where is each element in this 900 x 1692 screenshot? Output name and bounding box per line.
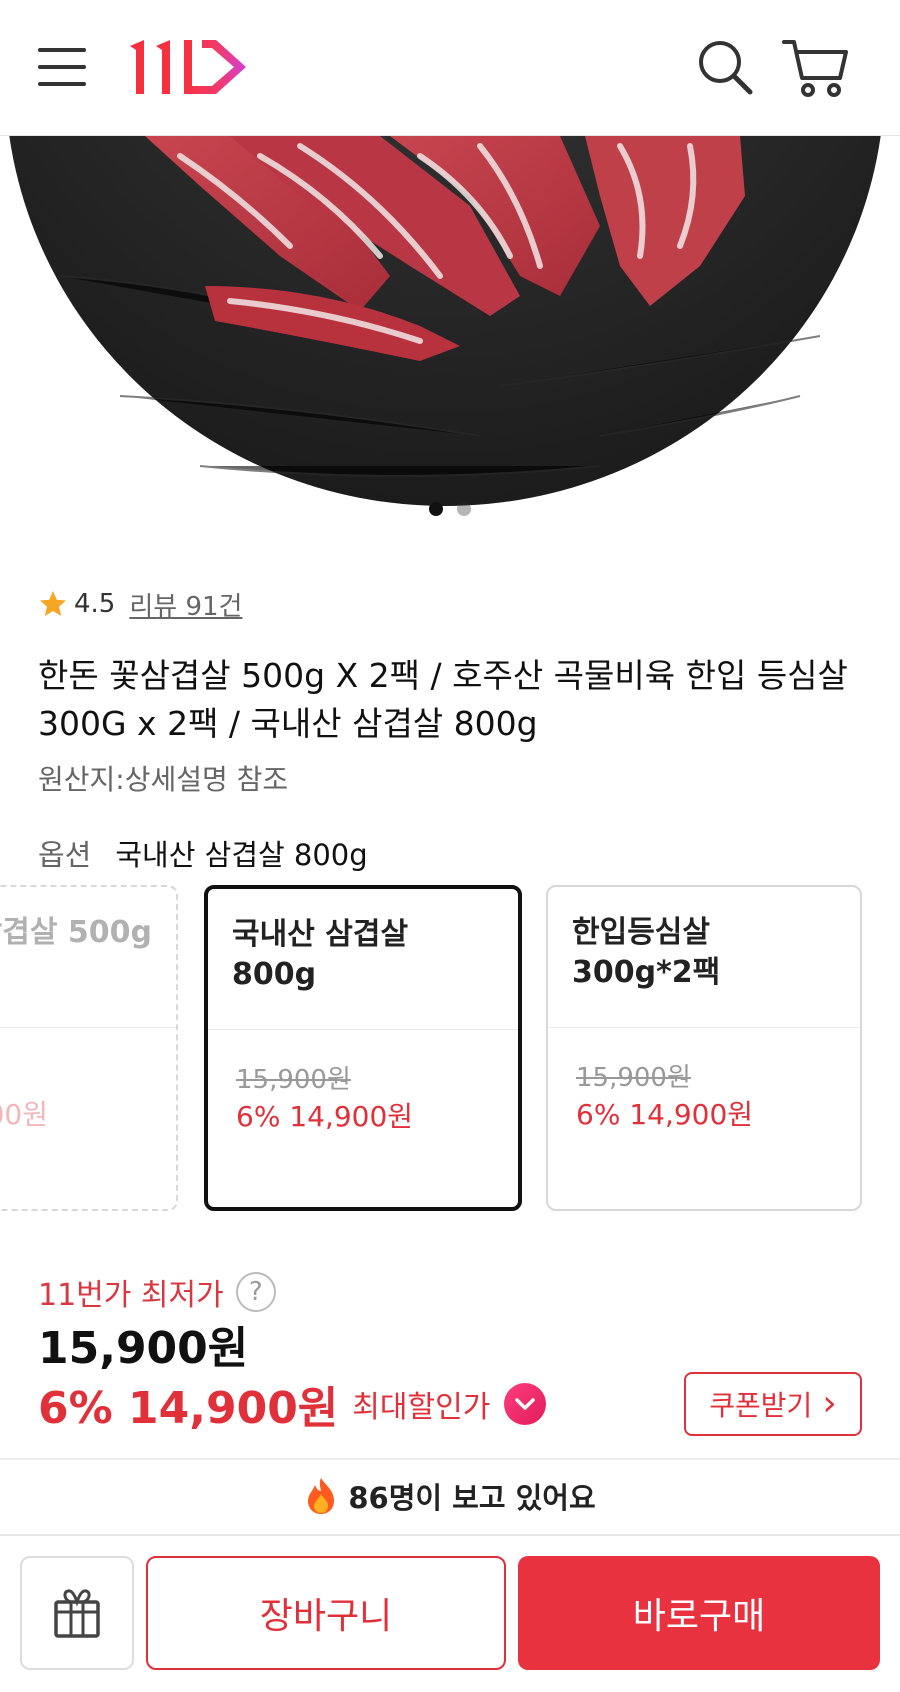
logo-icon (130, 40, 246, 94)
product-origin: 원산지:상세설명 참조 (38, 763, 289, 796)
cart-icon (782, 40, 848, 97)
option-card-name: 한입등심살 300g*2팩 (572, 915, 721, 990)
option-card-sale-price: 6% 14,900원 (236, 1100, 414, 1133)
lowest-price-label: 11번가 최저가 ? (38, 1270, 276, 1314)
add-to-cart-button[interactable]: 장바구니 (146, 1556, 506, 1670)
rating-score: 4.5 (74, 589, 116, 619)
product-title: 한돈 꽃삼겹살 500g X 2팩 / 호주산 곡물비육 한입 등심살 300G… (38, 656, 848, 743)
help-icon[interactable]: ? (235, 1272, 276, 1312)
product-image[interactable] (0, 136, 900, 556)
gift-button[interactable] (20, 1556, 134, 1670)
buy-now-button[interactable]: 바로구매 (518, 1556, 880, 1670)
section-divider (0, 1458, 900, 1460)
original-price: 15,900원 (38, 1323, 249, 1374)
option-card[interactable]: 삼겹살 500g 1 00원 (0, 885, 178, 1211)
coupon-button[interactable]: 쿠폰받기 › (684, 1372, 862, 1436)
selected-option-value: 국내산 삼겹살 800g (115, 838, 368, 872)
sale-price-row: 6% 14,900원 최대할인가 (38, 1372, 547, 1436)
bottom-action-bar: 장바구니 바로구매 (0, 1534, 900, 1692)
carousel-dot[interactable] (457, 502, 471, 516)
option-card-divider (548, 1027, 860, 1028)
menu-icon-bar (38, 82, 86, 86)
viewers-banner: 86명이 보고 있어요 (0, 1466, 900, 1526)
rating-row: 4.5 리뷰 91건 (38, 586, 242, 622)
menu-button[interactable] (36, 44, 88, 90)
option-card-original-price: 15,900원 (576, 1063, 691, 1093)
cart-button[interactable] (782, 36, 850, 98)
search-icon (699, 41, 753, 95)
carousel-dot-active[interactable] (429, 502, 443, 516)
logo-11st[interactable] (126, 36, 266, 100)
sale-price: 6% 14,900원 (38, 1383, 339, 1434)
max-discount-label: 최대할인가 (352, 1390, 491, 1425)
selected-option-row: 옵션 국내산 삼겹살 800g (38, 832, 368, 874)
option-card-original-price: 15,900원 (236, 1065, 351, 1095)
fire-icon (308, 1478, 335, 1514)
meat-on-slate-image (9, 136, 881, 506)
lowest-price-text: 11번가 최저가 (38, 1278, 224, 1313)
option-card-divider (0, 1027, 176, 1028)
option-card[interactable]: 한입등심살 300g*2팩 15,900원 6% 14,900원 (546, 885, 862, 1211)
menu-icon (38, 48, 86, 52)
option-card-sale-price: 6% 14,900원 (576, 1098, 754, 1131)
option-card-divider (208, 1029, 518, 1030)
chevron-glyph (515, 1398, 536, 1410)
star-icon (40, 591, 66, 616)
coupon-label: 쿠폰받기 (709, 1389, 813, 1422)
option-card-selected[interactable]: 국내산 삼겹살 800g 15,900원 6% 14,900원 (204, 885, 522, 1211)
option-label: 옵션 (38, 838, 92, 872)
option-card-sale-price: 00원 (0, 1098, 48, 1131)
carousel-dots (0, 502, 900, 522)
menu-icon-bar (38, 65, 86, 69)
option-card-name: 국내산 삼겹살 800g (232, 917, 409, 992)
chevron-down-icon[interactable] (504, 1383, 547, 1425)
review-count-link[interactable]: 리뷰 91건 (129, 586, 242, 623)
option-cards: 삼겹살 500g 1 00원 국내산 삼겹살 800g 15,900원 6% 1… (0, 885, 900, 1211)
top-header (0, 0, 900, 136)
viewers-text: 86명이 보고 있어요 (348, 1481, 596, 1515)
chevron-right-icon: › (822, 1383, 837, 1424)
gift-icon (54, 1589, 100, 1638)
option-card-name: 삼겹살 500g (0, 915, 152, 950)
search-button[interactable] (696, 38, 754, 96)
